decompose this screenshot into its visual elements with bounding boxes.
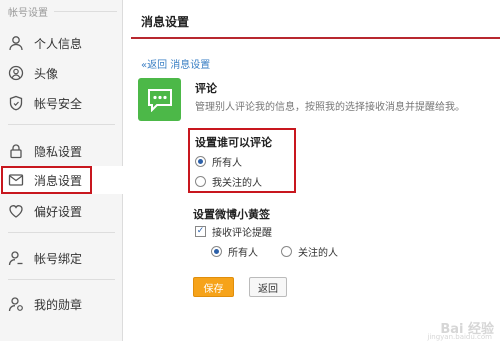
who-can-comment-title: 设置谁可以评论 [195, 136, 272, 149]
person-icon [8, 35, 24, 51]
tip-title: 设置微博小黄签 [193, 208, 270, 221]
sidebar-item-label: 偏好设置 [34, 204, 83, 219]
sidebar: 帐号设置 个人信息 头像 帐号安全 隐私设置 消息设置 偏好设置 帐号绑定 我的… [0, 0, 123, 341]
watermark-url: jingyan.baidu.com [427, 333, 492, 341]
sidebar-header: 帐号设置 [0, 0, 123, 22]
section-description: 管理别人评论我的信息，按照我的选择接收消息并提醒给我。 [195, 102, 465, 113]
divider [54, 11, 117, 12]
comment-icon [138, 78, 181, 121]
sidebar-item-binding[interactable]: 帐号绑定 [0, 244, 123, 272]
sidebar-item-message[interactable]: 消息设置 [0, 166, 123, 194]
title-divider [131, 37, 500, 39]
message-icon [8, 172, 24, 188]
sidebar-item-label: 头像 [34, 66, 59, 81]
divider [8, 124, 115, 125]
option-label: 我关注的人 [212, 178, 262, 189]
checkbox-checked-icon[interactable]: ✓ [195, 226, 206, 237]
back-link[interactable]: «返回 消息设置 [141, 56, 210, 71]
divider [8, 232, 115, 233]
checkbox-label: 接收评论提醒 [212, 228, 272, 239]
sidebar-item-preference[interactable]: 偏好设置 [0, 197, 123, 225]
sidebar-item-label: 消息设置 [34, 173, 83, 188]
radio-checked-icon[interactable] [195, 156, 206, 167]
sidebar-header-label: 帐号设置 [8, 8, 48, 19]
sidebar-item-security[interactable]: 帐号安全 [0, 89, 123, 117]
lock-icon [8, 143, 24, 159]
option-followed[interactable]: 我关注的人 [195, 174, 262, 189]
option-label: 所有人 [228, 248, 258, 259]
shield-icon [8, 95, 24, 111]
sidebar-item-profile[interactable]: 个人信息 [0, 29, 123, 57]
section-title: 评论 [195, 82, 217, 95]
save-button[interactable]: 保存 [193, 277, 234, 297]
sidebar-item-medal[interactable]: 我的勋章 [0, 290, 123, 318]
option-label: 所有人 [212, 158, 242, 169]
sidebar-item-label: 我的勋章 [34, 297, 83, 312]
main-panel: 消息设置 «返回 消息设置 评论 管理别人评论我的信息，按照我的选择接收消息并提… [123, 0, 500, 341]
radio-icon[interactable] [281, 246, 292, 257]
tip-option-everyone[interactable]: 所有人 [211, 244, 258, 259]
tip-option-followed[interactable]: 关注的人 [281, 244, 338, 259]
heart-icon [8, 203, 24, 219]
page-title: 消息设置 [141, 15, 190, 29]
medal-icon [8, 296, 24, 312]
sidebar-item-privacy[interactable]: 隐私设置 [0, 137, 123, 165]
sidebar-item-label: 帐号安全 [34, 96, 83, 111]
sidebar-item-label: 个人信息 [34, 36, 83, 51]
link-person-icon [8, 250, 24, 266]
divider [8, 279, 115, 280]
avatar-icon [8, 65, 24, 81]
option-everyone[interactable]: 所有人 [195, 154, 242, 169]
option-label: 关注的人 [298, 248, 338, 259]
sidebar-item-avatar[interactable]: 头像 [0, 59, 123, 87]
back-button[interactable]: 返回 [249, 277, 287, 297]
radio-icon[interactable] [195, 176, 206, 187]
sidebar-item-label: 帐号绑定 [34, 251, 83, 266]
sidebar-item-label: 隐私设置 [34, 144, 83, 159]
receive-comment-reminder[interactable]: ✓ 接收评论提醒 [195, 224, 272, 239]
radio-checked-icon[interactable] [211, 246, 222, 257]
